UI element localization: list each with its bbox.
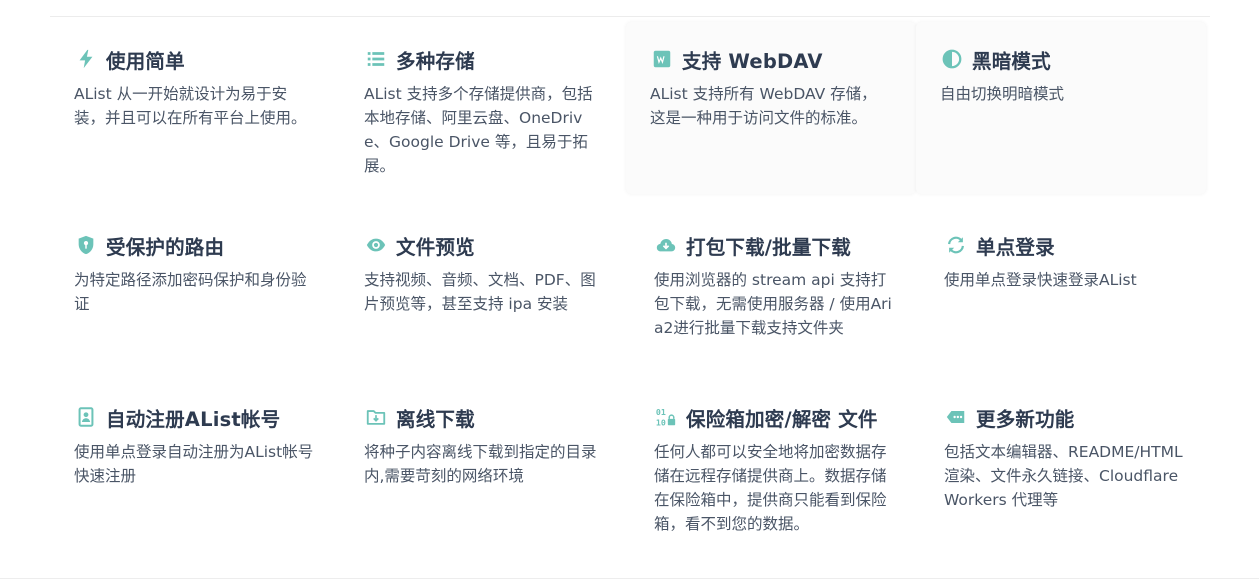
feature-title-row: 多种存储 xyxy=(364,44,606,74)
eye-icon xyxy=(364,233,388,257)
feature-description: 为特定路径添加密码保护和身份验证 xyxy=(74,271,307,313)
account-box-icon xyxy=(74,405,98,429)
sync-icon xyxy=(944,233,968,257)
feature-card-vault: 01 10 保险箱加密/解密 文件 任何人都可以安全地将加密数据存储在远程存储提… xyxy=(630,380,920,550)
cloud-download-icon xyxy=(654,233,678,257)
feature-title-row: 自动注册AList帐号 xyxy=(74,402,316,432)
feature-description: AList 从一开始就设计为易于安装，并且可以在所有平台上使用。 xyxy=(74,85,307,127)
feature-card-batch-download: 打包下载/批量下载 使用浏览器的 stream api 支持打包下载，无需使用服… xyxy=(630,208,920,366)
feature-title-row: 打包下载/批量下载 xyxy=(654,230,896,260)
feature-card-more: 更多新功能 包括文本编辑器、README/HTML 渲染、文件永久链接、Clou… xyxy=(920,380,1210,550)
feature-title: 打包下载/批量下载 xyxy=(686,235,851,259)
feature-title: 离线下载 xyxy=(396,407,475,431)
webdav-icon xyxy=(650,47,674,71)
shield-icon xyxy=(74,233,98,257)
feature-title-row: 01 10 保险箱加密/解密 文件 xyxy=(654,402,896,432)
feature-card-webdav: 支持 WebDAV AList 支持所有 WebDAV 存储，这是一种用于访问文… xyxy=(626,22,916,194)
feature-description: 包括文本编辑器、README/HTML 渲染、文件永久链接、Cloudflare… xyxy=(944,443,1183,509)
bottom-divider xyxy=(0,578,1259,579)
feature-description: 自由切换明暗模式 xyxy=(940,85,1065,103)
feature-title: 使用简单 xyxy=(106,49,185,73)
folder-download-icon xyxy=(364,405,388,429)
feature-card-protected-routes: 受保护的路由 为特定路径添加密码保护和身份验证 xyxy=(50,208,340,366)
feature-title: 文件预览 xyxy=(396,235,475,259)
feature-description: 使用单点登录快速登录AList xyxy=(944,271,1137,289)
feature-description: 使用单点登录自动注册为AList帐号快速注册 xyxy=(74,443,314,485)
top-divider xyxy=(50,16,1210,17)
feature-title-row: 更多新功能 xyxy=(944,402,1186,432)
feature-description: 任何人都可以安全地将加密数据存储在远程存储提供商上。数据存储在保险箱中，提供商只… xyxy=(654,443,887,533)
tag-more-icon xyxy=(944,405,968,429)
feature-title-row: 离线下载 xyxy=(364,402,606,432)
features-grid: 使用简单 AList 从一开始就设计为易于安装，并且可以在所有平台上使用。 多种… xyxy=(50,22,1210,550)
feature-description: 使用浏览器的 stream api 支持打包下载，无需使用服务器 / 使用Ari… xyxy=(654,271,892,337)
feature-description: AList 支持多个存储提供商，包括本地存储、阿里云盘、OneDrive、Goo… xyxy=(364,85,593,175)
svg-text:10: 10 xyxy=(656,417,666,427)
svg-text:01: 01 xyxy=(656,407,666,417)
feature-title-row: 受保护的路由 xyxy=(74,230,316,260)
feature-description: 支持视频、音频、文档、PDF、图片预览等，甚至支持 ipa 安装 xyxy=(364,271,596,313)
feature-card-easy: 使用简单 AList 从一开始就设计为易于安装，并且可以在所有平台上使用。 xyxy=(50,22,340,194)
feature-title: 保险箱加密/解密 文件 xyxy=(686,407,878,431)
feature-title: 自动注册AList帐号 xyxy=(106,407,281,431)
feature-title: 受保护的路由 xyxy=(106,235,225,259)
feature-title-row: 单点登录 xyxy=(944,230,1186,260)
feature-title-row: 支持 WebDAV xyxy=(650,44,892,74)
feature-card-offline-download: 离线下载 将种子内容离线下载到指定的目录内,需要苛刻的网络环境 xyxy=(340,380,630,550)
half-moon-icon xyxy=(940,47,964,71)
feature-card-sso: 单点登录 使用单点登录快速登录AList xyxy=(920,208,1210,366)
feature-description: 将种子内容离线下载到指定的目录内,需要苛刻的网络环境 xyxy=(364,443,597,485)
feature-title-row: 使用简单 xyxy=(74,44,316,74)
feature-title: 单点登录 xyxy=(976,235,1055,259)
feature-description: AList 支持所有 WebDAV 存储，这是一种用于访问文件的标准。 xyxy=(650,85,877,127)
feature-title: 黑暗模式 xyxy=(972,49,1051,73)
feature-title: 多种存储 xyxy=(396,49,475,73)
feature-title: 更多新功能 xyxy=(976,407,1075,431)
list-icon xyxy=(364,47,388,71)
feature-card-dark-mode: 黑暗模式 自由切换明暗模式 xyxy=(916,22,1206,194)
feature-title-row: 黑暗模式 xyxy=(940,44,1182,74)
feature-title: 支持 WebDAV xyxy=(682,49,823,73)
feature-card-preview: 文件预览 支持视频、音频、文档、PDF、图片预览等，甚至支持 ipa 安装 xyxy=(340,208,630,366)
feature-card-storage: 多种存储 AList 支持多个存储提供商，包括本地存储、阿里云盘、OneDriv… xyxy=(340,22,630,194)
bolt-icon xyxy=(74,47,98,71)
feature-title-row: 文件预览 xyxy=(364,230,606,260)
feature-card-auto-register: 自动注册AList帐号 使用单点登录自动注册为AList帐号快速注册 xyxy=(50,380,340,550)
binary-lock-icon: 01 10 xyxy=(654,405,678,429)
